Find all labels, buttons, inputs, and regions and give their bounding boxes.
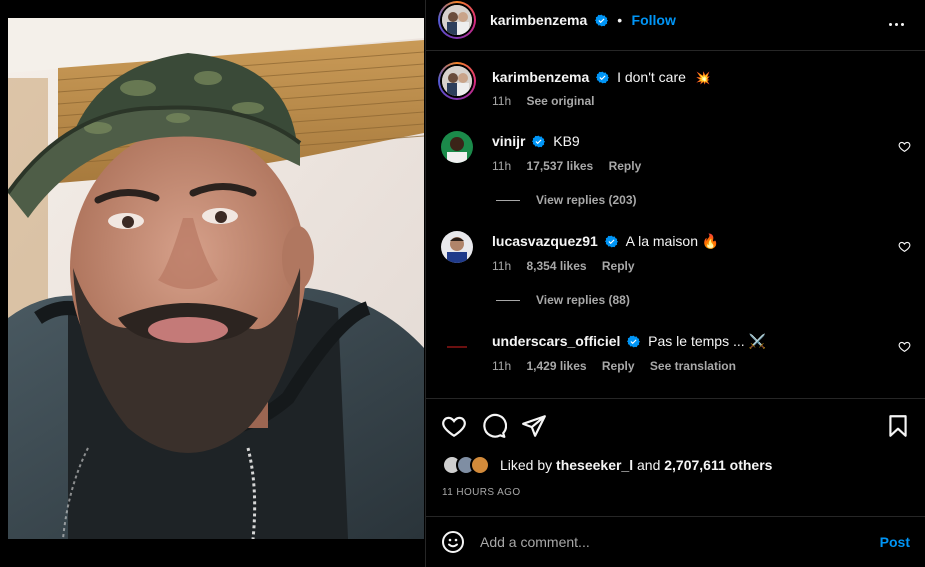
liked-by-row: Liked by theseeker_l and 2,707,611 other… (442, 453, 772, 477)
comment-avatar-underscars[interactable] (441, 331, 473, 363)
see-translation-button[interactable]: See translation (650, 359, 736, 373)
collision-emoji: 💥 (695, 71, 711, 85)
liked-by-and: and (637, 457, 661, 473)
comment-meta: 11h 8,354 likes Reply (492, 259, 647, 273)
comment-bubble-icon[interactable] (481, 413, 507, 439)
comment-username[interactable]: lucasvazquez91 (492, 233, 598, 249)
post-header: karimbenzema • Follow (426, 0, 925, 51)
comment-avatar-vinijr[interactable] (441, 131, 473, 163)
comment-avatar-lucasvazquez91[interactable] (441, 231, 473, 263)
post-comment-button[interactable]: Post (880, 534, 910, 550)
comment-line: underscars_officiel Pas le temps ... ⚔️ (492, 333, 766, 350)
view-replies-button[interactable]: View replies (203) (496, 193, 637, 207)
see-original-button[interactable]: See original (526, 94, 594, 108)
comment-text: KB9 (553, 133, 580, 149)
caption-meta: 11h See original (492, 94, 607, 108)
comment-like-heart-icon[interactable] (898, 340, 911, 353)
comment-like-heart-icon[interactable] (898, 140, 911, 153)
dot-separator: • (617, 12, 623, 28)
paper-plane-icon[interactable] (521, 413, 547, 439)
comment-bar: Post (426, 516, 925, 567)
more-options-icon[interactable] (884, 12, 908, 36)
comment-line: vinijr KB9 (492, 133, 580, 149)
caption-time: 11h (492, 94, 512, 108)
liker-avatar (470, 455, 490, 475)
comment-username[interactable]: underscars_officiel (492, 333, 620, 349)
author-username[interactable]: karimbenzema (490, 12, 587, 28)
post-photo[interactable] (8, 18, 424, 539)
liker-avatars[interactable] (442, 455, 498, 475)
reply-button[interactable]: Reply (602, 259, 635, 273)
comment-likes[interactable]: 17,537 likes (526, 159, 593, 173)
reply-button[interactable]: Reply (602, 359, 635, 373)
post-sidebar: karimbenzema • Follow karimbenzema I don… (425, 0, 925, 567)
reply-button[interactable]: Reply (609, 159, 642, 173)
post-actions: Liked by theseeker_l and 2,707,611 other… (426, 398, 925, 516)
liked-by-prefix: Liked by (500, 457, 553, 473)
replies-line (496, 200, 520, 202)
verified-badge-icon (594, 14, 608, 27)
replies-line (496, 300, 520, 302)
comment-text: Pas le temps ... ⚔️ (648, 333, 766, 349)
author-avatar[interactable] (438, 1, 476, 39)
comment-time: 11h (492, 159, 512, 173)
post-media-panel (0, 0, 425, 567)
bookmark-icon[interactable] (885, 413, 911, 439)
comment-meta: 11h 1,429 likes Reply See translation (492, 359, 748, 373)
emoji-smile-icon[interactable] (441, 530, 465, 554)
comment-text: A la maison 🔥 (625, 233, 720, 249)
comment-line: lucasvazquez91 A la maison 🔥 (492, 233, 719, 250)
comment-time: 11h (492, 359, 512, 373)
selfie-image (8, 18, 424, 539)
comment-time: 11h (492, 259, 512, 273)
caption-author-avatar[interactable] (438, 62, 476, 100)
comment-likes[interactable]: 8,354 likes (526, 259, 586, 273)
verified-badge-icon (596, 71, 610, 84)
caption-text: I don't care (617, 69, 686, 85)
caption-line: karimbenzema I don't care 💥 (492, 69, 711, 85)
comment-like-heart-icon[interactable] (898, 240, 911, 253)
liked-by-user[interactable]: theseeker_l (556, 457, 633, 473)
comment-meta: 11h 17,537 likes Reply (492, 159, 653, 173)
follow-button[interactable]: Follow (632, 12, 676, 28)
view-replies-button[interactable]: View replies (88) (496, 293, 630, 307)
post-timestamp[interactable]: 11 HOURS AGO (442, 487, 521, 498)
comment-username[interactable]: vinijr (492, 133, 525, 149)
verified-badge-icon (627, 335, 641, 348)
verified-badge-icon (604, 235, 618, 248)
heart-icon[interactable] (441, 413, 467, 439)
comment-input[interactable] (480, 531, 860, 553)
verified-badge-icon (532, 135, 546, 148)
liked-by-text: Liked by theseeker_l and 2,707,611 other… (500, 457, 772, 473)
caption-username[interactable]: karimbenzema (492, 69, 589, 85)
likes-count[interactable]: 2,707,611 others (664, 457, 772, 473)
comment-likes[interactable]: 1,429 likes (526, 359, 586, 373)
